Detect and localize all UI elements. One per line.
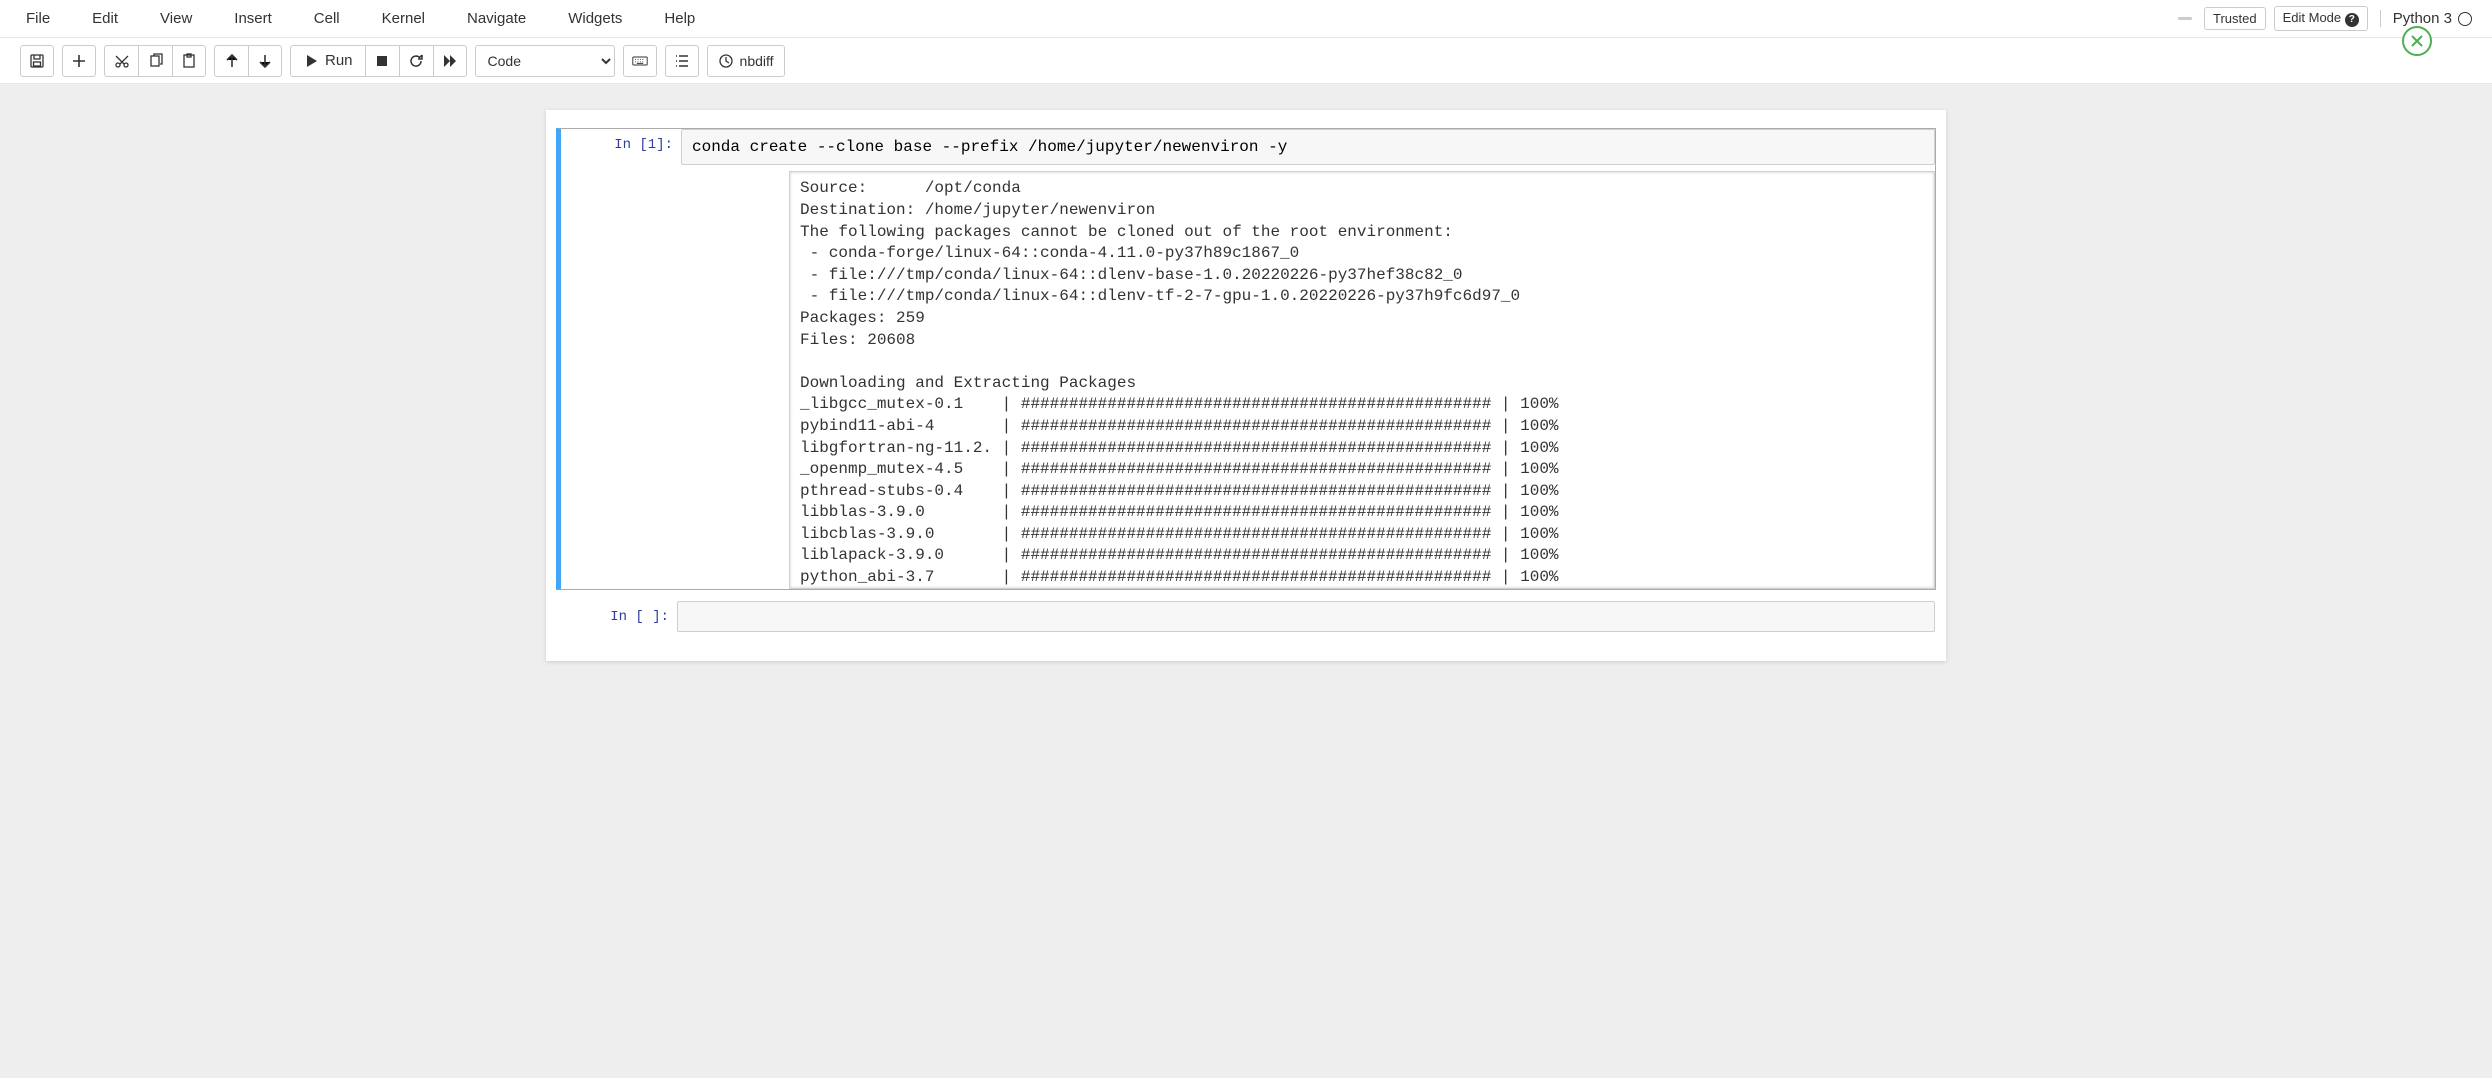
- close-button[interactable]: [2402, 26, 2432, 56]
- output-stdout[interactable]: Source: /opt/conda Destination: /home/ju…: [789, 171, 1935, 589]
- paste-icon: [181, 53, 197, 69]
- fast-forward-icon: [442, 53, 458, 69]
- stop-icon: [374, 53, 390, 69]
- play-icon: [303, 53, 319, 69]
- output-prompt-spacer: [681, 165, 789, 589]
- plus-icon: [71, 53, 87, 69]
- menu-view[interactable]: View: [154, 6, 198, 31]
- trusted-handle-icon: [2178, 17, 2192, 20]
- kernel-idle-icon: [2458, 12, 2472, 26]
- kernel-indicator[interactable]: Python 3: [2380, 10, 2472, 27]
- output-row: Source: /opt/conda Destination: /home/ju…: [681, 165, 1935, 589]
- move-group: [214, 45, 282, 77]
- restart-button[interactable]: [399, 45, 433, 77]
- input-prompt: In [ ]:: [557, 601, 677, 632]
- menu-navigate[interactable]: Navigate: [461, 6, 532, 31]
- edit-mode-label: Edit Mode: [2283, 10, 2342, 25]
- code-input[interactable]: conda create --clone base --prefix /home…: [681, 129, 1935, 165]
- arrow-up-icon: [224, 53, 240, 69]
- save-button[interactable]: [20, 45, 54, 77]
- menu-insert[interactable]: Insert: [228, 6, 278, 31]
- code-input[interactable]: [677, 601, 1935, 632]
- menu-kernel[interactable]: Kernel: [376, 6, 431, 31]
- toc-button[interactable]: [665, 45, 699, 77]
- help-icon: ?: [2345, 13, 2359, 27]
- cell-body: [677, 601, 1935, 632]
- insert-cell-below-button[interactable]: [62, 45, 96, 77]
- restart-run-all-button[interactable]: [433, 45, 467, 77]
- clock-icon: [718, 53, 734, 69]
- notebook-container: In [1]: conda create --clone base --pref…: [546, 110, 1946, 661]
- run-group: Run: [290, 45, 467, 77]
- copy-button[interactable]: [138, 45, 172, 77]
- cut-copy-paste-group: [104, 45, 206, 77]
- output-content: Source: /opt/conda Destination: /home/ju…: [789, 165, 1935, 589]
- interrupt-button[interactable]: [365, 45, 399, 77]
- close-icon: [2409, 33, 2425, 49]
- trusted-indicator[interactable]: Trusted: [2204, 7, 2266, 30]
- command-palette-button[interactable]: [623, 45, 657, 77]
- cell-body: conda create --clone base --prefix /home…: [681, 129, 1935, 589]
- move-down-button[interactable]: [248, 45, 282, 77]
- menubar: File Edit View Insert Cell Kernel Naviga…: [0, 0, 2492, 38]
- toolbar: Run Code nbdiff: [0, 38, 2492, 84]
- list-icon: [674, 53, 690, 69]
- run-label: Run: [325, 52, 353, 69]
- run-button[interactable]: Run: [290, 45, 365, 77]
- copy-icon: [148, 53, 164, 69]
- menu-file[interactable]: File: [20, 6, 56, 31]
- menu-widgets[interactable]: Widgets: [562, 6, 628, 31]
- nbdiff-label: nbdiff: [740, 53, 774, 69]
- save-icon: [29, 53, 45, 69]
- cut-button[interactable]: [104, 45, 138, 77]
- menu-edit[interactable]: Edit: [86, 6, 124, 31]
- celltype-select[interactable]: Code: [475, 45, 615, 77]
- menubar-right: Trusted Edit Mode ? Python 3: [2178, 6, 2472, 31]
- cut-icon: [114, 53, 130, 69]
- code-cell-1[interactable]: In [1]: conda create --clone base --pref…: [556, 128, 1936, 590]
- restart-icon: [408, 53, 424, 69]
- code-cell-2[interactable]: In [ ]:: [556, 600, 1936, 633]
- nbdiff-button[interactable]: nbdiff: [707, 45, 785, 77]
- menu-help[interactable]: Help: [658, 6, 701, 31]
- keyboard-icon: [632, 53, 648, 69]
- input-prompt: In [1]:: [561, 129, 681, 589]
- menu-cell[interactable]: Cell: [308, 6, 346, 31]
- menubar-left: File Edit View Insert Cell Kernel Naviga…: [20, 6, 701, 31]
- paste-button[interactable]: [172, 45, 206, 77]
- kernel-name-label: Python 3: [2393, 10, 2452, 27]
- arrow-down-icon: [257, 53, 273, 69]
- page-body: In [1]: conda create --clone base --pref…: [0, 84, 2492, 1078]
- edit-mode-indicator[interactable]: Edit Mode ?: [2274, 6, 2368, 31]
- move-up-button[interactable]: [214, 45, 248, 77]
